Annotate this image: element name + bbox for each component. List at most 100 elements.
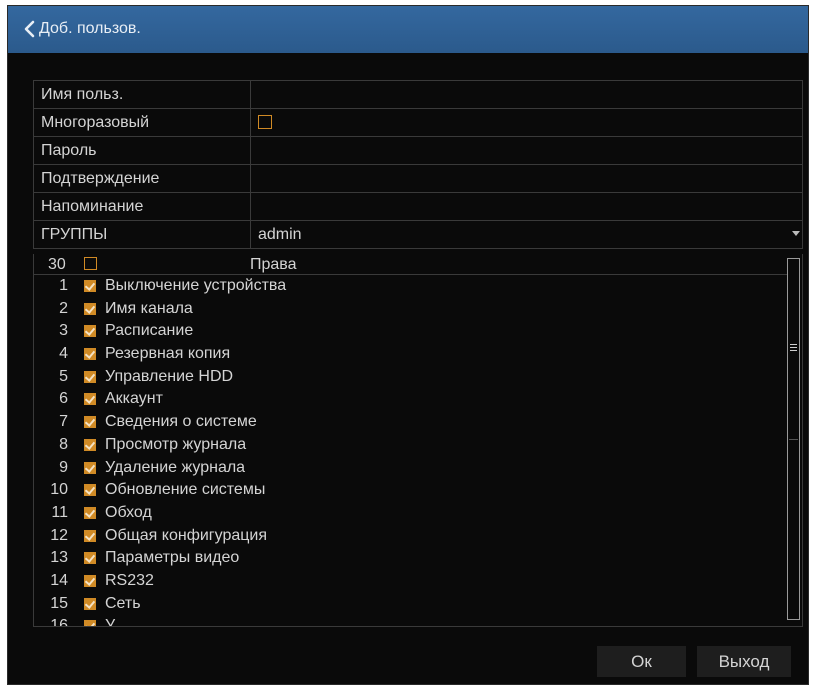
permissions-title: Права	[250, 256, 297, 273]
permission-checkbox[interactable]	[84, 393, 96, 406]
hint-field[interactable]	[250, 193, 802, 220]
reusable-cell	[250, 109, 802, 136]
scroll-thumb[interactable]	[789, 260, 798, 440]
permission-row: 10 Обновление системы	[34, 479, 787, 502]
permission-label: Параметры видео	[105, 549, 240, 567]
permission-number: 13	[50, 549, 68, 567]
permission-label: Обновление системы	[105, 481, 266, 499]
permission-number: 12	[50, 526, 68, 544]
permission-checkbox[interactable]	[84, 574, 96, 587]
permission-row: 12 Общая конфигурация	[34, 525, 787, 548]
permissions-header: 30 Права	[34, 254, 787, 275]
username-row: Имя польз.	[33, 81, 803, 109]
permission-label: Управление HDD	[105, 367, 234, 385]
permission-number: 4	[59, 345, 68, 363]
groups-label: ГРУППЫ	[41, 226, 108, 243]
permission-label: Обход	[105, 503, 152, 521]
permission-row: 5 Управление HDD	[34, 366, 787, 389]
password-label: Пароль	[41, 142, 97, 159]
permission-label: Сеть	[105, 594, 141, 612]
permission-checkbox[interactable]	[84, 438, 96, 451]
permission-row: 7 Сведения о системе	[34, 411, 787, 434]
permission-label: RS232	[105, 571, 154, 589]
permission-checkbox[interactable]	[84, 280, 96, 292]
scrollbar[interactable]	[787, 258, 800, 620]
confirm-label: Подтверждение	[41, 170, 160, 187]
permission-number: 1	[59, 277, 68, 294]
permission-checkbox[interactable]	[84, 597, 96, 610]
permission-row: 1 Выключение устройства	[34, 275, 787, 298]
groups-select[interactable]: admin	[250, 221, 802, 248]
permission-checkbox[interactable]	[84, 325, 96, 338]
password-row: Пароль	[33, 137, 803, 165]
confirm-field[interactable]	[250, 165, 802, 192]
groups-value: admin	[258, 226, 302, 243]
permission-label: Удаление журнала	[105, 458, 246, 476]
permission-row: 13 Параметры видео	[34, 547, 787, 570]
titlebar: Доб. пользов.	[8, 6, 808, 53]
permission-label: Имя канала	[105, 299, 193, 317]
permission-row: 11 Обход	[34, 502, 787, 525]
permission-number: 3	[59, 322, 68, 340]
page-title: Доб. пользов.	[39, 20, 141, 37]
permission-checkbox[interactable]	[84, 302, 96, 315]
permission-row: 16 У	[34, 615, 787, 627]
permission-label: Резервная копия	[105, 345, 231, 363]
permission-checkbox[interactable]	[84, 620, 96, 626]
permission-row: 9 Удаление журнала	[34, 457, 787, 480]
username-label: Имя польз.	[41, 86, 124, 103]
permission-number: 14	[50, 571, 68, 589]
permission-number: 15	[50, 594, 68, 612]
permission-row: 4 Резервная копия	[34, 343, 787, 366]
permission-number: 7	[59, 413, 68, 431]
permission-row: 8 Просмотр журнала	[34, 434, 787, 457]
add-user-dialog: Доб. пользов. Имя польз. Многоразовый Па…	[8, 6, 808, 684]
chevron-left-icon[interactable]	[22, 20, 36, 38]
permission-number: 5	[59, 367, 68, 385]
permission-label: Общая конфигурация	[105, 526, 268, 544]
reusable-checkbox[interactable]	[258, 115, 272, 129]
permission-number: 9	[59, 458, 68, 476]
permission-checkbox[interactable]	[84, 484, 96, 497]
username-field[interactable]	[250, 81, 802, 108]
hint-label: Напоминание	[41, 198, 144, 215]
permission-number: 16	[50, 617, 68, 627]
permission-checkbox[interactable]	[84, 416, 96, 429]
ok-button[interactable]: Ок	[597, 646, 686, 677]
permission-label: У	[105, 617, 116, 627]
reusable-label: Многоразовый	[41, 114, 150, 131]
permissions-list: 1 Выключение устройства 2 Имя канала 3 Распис…	[34, 275, 787, 627]
permission-row: 2 Имя канала	[34, 298, 787, 321]
permission-number: 2	[59, 299, 68, 317]
reusable-row: Многоразовый	[33, 109, 803, 137]
select-all-checkbox[interactable]	[84, 257, 97, 270]
permission-checkbox[interactable]	[84, 370, 96, 383]
hint-row: Напоминание	[33, 193, 803, 221]
permission-number: 6	[59, 390, 68, 408]
permission-label: Сведения о системе	[105, 413, 257, 431]
permission-number: 10	[50, 481, 68, 499]
permission-checkbox[interactable]	[84, 461, 96, 474]
permission-row: 14 RS232	[34, 570, 787, 593]
permission-row: 3 Расписание	[34, 320, 787, 343]
permission-row: 15 Сеть	[34, 593, 787, 616]
chevron-down-icon[interactable]	[792, 231, 800, 236]
permission-label: Расписание	[105, 322, 194, 340]
groups-row: ГРУППЫ admin	[33, 221, 803, 249]
permission-checkbox[interactable]	[84, 506, 96, 519]
permission-checkbox[interactable]	[84, 552, 96, 565]
permissions-panel: 30 Права 1 Выключение устройства 2 Имя кана…	[33, 254, 803, 627]
permission-checkbox[interactable]	[84, 348, 96, 361]
password-field[interactable]	[250, 137, 802, 164]
permission-label: Выключение устройства	[105, 277, 287, 294]
grip-icon	[790, 344, 797, 351]
permissions-count: 30	[48, 256, 66, 273]
confirm-row: Подтверждение	[33, 165, 803, 193]
permission-checkbox[interactable]	[84, 529, 96, 542]
permission-number: 11	[51, 503, 68, 521]
permission-label: Просмотр журнала	[105, 435, 247, 453]
permission-number: 8	[59, 435, 68, 453]
user-form: Имя польз. Многоразовый Пароль Подтвержд…	[33, 80, 803, 249]
permission-label: Аккаунт	[105, 390, 163, 408]
exit-button[interactable]: Выход	[697, 646, 791, 677]
